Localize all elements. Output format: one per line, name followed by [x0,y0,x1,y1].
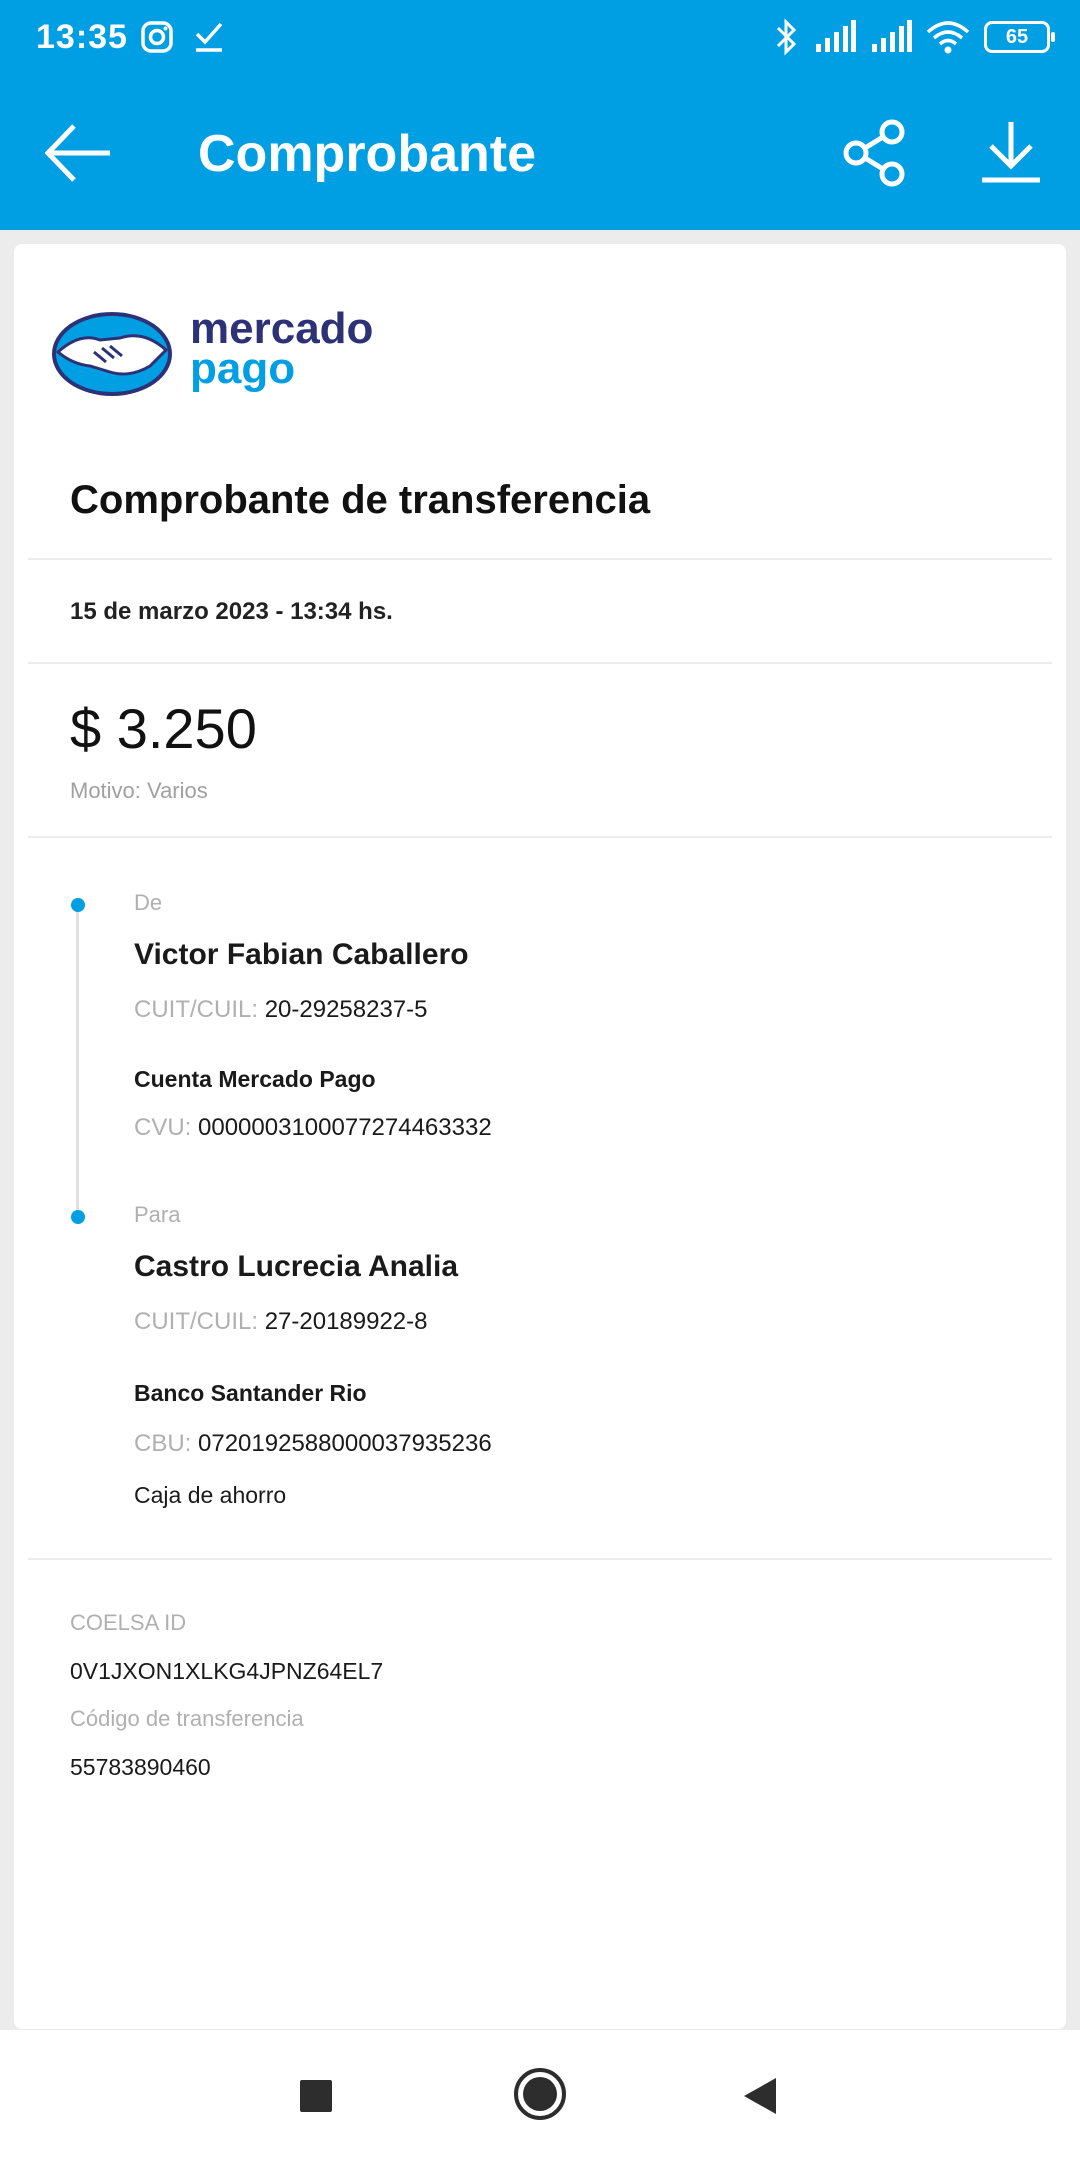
home-icon[interactable] [514,2068,566,2120]
transfer-code-value: 55783890460 [70,1754,211,1780]
to-cbu-value: 0720192588000037935236 [198,1430,492,1457]
to-cbu: CBU: 0720192588000037935236 [134,1430,492,1458]
status-bar: 13:35 65 [0,0,1080,78]
from-account: Cuenta Mercado Pago [134,1066,376,1092]
to-name: Castro Lucrecia Analia [134,1250,459,1283]
mercado-pago-logo: mercado pago [50,304,390,404]
from-cuit-value: 20-29258237-5 [264,996,428,1023]
divider [28,558,1052,560]
divider [28,1558,1052,1560]
from-name: Victor Fabian Caballero [134,938,469,971]
from-cvu-value: 0000003100077274463332 [198,1114,492,1141]
timeline-dot-to [71,1210,85,1224]
coelsa-value: 0V1JXON1XLKG4JPNZ64EL7 [70,1658,384,1684]
timeline-dot-from [71,898,85,912]
wifi-icon [926,21,970,54]
divider [28,662,1052,664]
page-title: Comprobante [198,125,536,183]
back-icon[interactable] [744,2078,776,2114]
to-account-type: Caja de ahorro [134,1482,287,1508]
to-label: Para [134,1202,181,1227]
from-cvu: CVU: 0000003100077274463332 [134,1114,492,1142]
divider [28,836,1052,838]
signal-icon [872,20,912,52]
battery-level: 65 [1005,25,1029,48]
navigation-bar [0,2030,1080,2160]
check-icon [195,22,223,52]
signal-icon [816,20,856,52]
recent-apps-icon[interactable] [300,2080,332,2112]
receipt-amount: $ 3.250 [70,697,257,760]
arrow-left-icon[interactable] [38,118,118,188]
to-bank: Banco Santander Rio [134,1380,367,1406]
coelsa-label: COELSA ID [70,1610,187,1635]
to-cuit-value: 27-20189922-8 [264,1308,428,1335]
from-label: De [134,890,163,915]
battery-icon: 65 [984,21,1055,53]
status-time: 13:35 [36,18,128,56]
from-cvu-key: CVU: [134,1114,192,1141]
to-cuit-key: CUIT/CUIL: [134,1308,259,1335]
receipt-date: 15 de marzo 2023 - 13:34 hs. [70,598,393,625]
to-cbu-key: CBU: [134,1430,192,1457]
timeline-line [76,904,79,1216]
share-icon[interactable] [840,118,910,188]
app-bar: Comprobante [0,78,1080,230]
receipt-heading: Comprobante de transferencia [70,478,651,522]
to-cuit: CUIT/CUIL: 27-20189922-8 [134,1308,428,1336]
receipt-card: mercado pago Comprobante de transferenci… [14,244,1066,2029]
from-cuit-key: CUIT/CUIL: [134,996,259,1023]
receipt-motivo: Motivo: Varios [70,778,208,803]
download-icon[interactable] [978,118,1044,188]
from-cuit: CUIT/CUIL: 20-29258237-5 [134,996,428,1024]
bluetooth-icon [776,18,797,56]
handshake-icon [52,312,172,396]
logo-word-pago: pago [190,344,296,393]
instagram-icon [141,21,173,53]
transfer-code-label: Código de transferencia [70,1706,304,1731]
